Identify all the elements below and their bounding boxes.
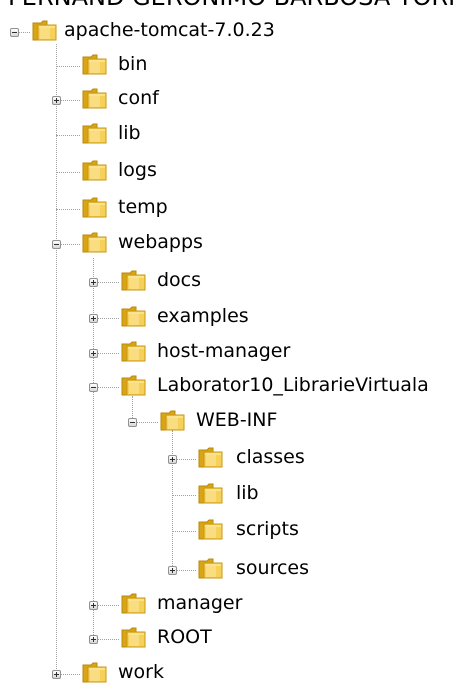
folder-icon xyxy=(121,627,146,648)
folder-tree: apache-tomcat-7.0.23 bin conf lib logs t… xyxy=(0,0,457,689)
tree-node-conf[interactable]: conf xyxy=(0,84,457,118)
tree-node-temp[interactable]: temp xyxy=(0,193,457,227)
tree-node-label[interactable]: ROOT xyxy=(157,626,212,648)
expand-toggle-icon[interactable] xyxy=(168,455,177,464)
folder-icon xyxy=(82,160,107,181)
tree-node-host-manager[interactable]: host-manager xyxy=(0,337,457,371)
tree-node-examples[interactable]: examples xyxy=(0,302,457,336)
tree-node-label[interactable]: lib xyxy=(236,482,259,504)
tree-node-label[interactable]: bin xyxy=(118,53,147,75)
expand-toggle-icon[interactable] xyxy=(89,278,98,287)
tree-node-work[interactable]: work xyxy=(0,658,457,692)
collapse-toggle-icon[interactable] xyxy=(89,383,98,392)
tree-node-label[interactable]: Laborator10_LibrarieVirtuala xyxy=(157,374,429,396)
folder-icon xyxy=(198,483,223,504)
tree-node-label[interactable]: scripts xyxy=(236,518,299,540)
folder-icon xyxy=(82,88,107,109)
expand-toggle-icon[interactable] xyxy=(89,601,98,610)
tree-node-apache-tomcat[interactable]: apache-tomcat-7.0.23 xyxy=(0,16,457,50)
folder-icon xyxy=(121,270,146,291)
tree-node-label[interactable]: temp xyxy=(118,196,168,218)
tree-node-label[interactable]: sources xyxy=(236,557,309,579)
folder-icon xyxy=(198,558,223,579)
tree-node-scripts[interactable]: scripts xyxy=(0,515,457,549)
tree-node-lib[interactable]: lib xyxy=(0,119,457,153)
expand-toggle-icon[interactable] xyxy=(89,314,98,323)
folder-icon xyxy=(121,375,146,396)
folder-icon xyxy=(82,662,107,683)
expand-toggle-icon[interactable] xyxy=(52,96,61,105)
collapse-toggle-icon[interactable] xyxy=(52,240,61,249)
tree-node-label[interactable]: apache-tomcat-7.0.23 xyxy=(64,19,275,41)
tree-node-lib-webinf[interactable]: lib xyxy=(0,479,457,513)
expand-toggle-icon[interactable] xyxy=(168,566,177,575)
tree-node-sources[interactable]: sources xyxy=(0,554,457,588)
expand-toggle-icon[interactable] xyxy=(52,670,61,679)
collapse-toggle-icon[interactable] xyxy=(128,418,137,427)
folder-icon xyxy=(82,197,107,218)
folder-icon xyxy=(121,341,146,362)
tree-node-label[interactable]: work xyxy=(118,661,164,683)
tree-node-label[interactable]: lib xyxy=(118,122,141,144)
tree-node-label[interactable]: webapps xyxy=(118,231,203,253)
tree-node-label[interactable]: logs xyxy=(118,159,157,181)
folder-icon xyxy=(160,410,185,431)
tree-node-label[interactable]: docs xyxy=(157,269,201,291)
folder-icon xyxy=(82,232,107,253)
tree-node-label[interactable]: conf xyxy=(118,87,159,109)
folder-icon xyxy=(198,519,223,540)
folder-icon xyxy=(82,123,107,144)
tree-node-label[interactable]: classes xyxy=(236,446,305,468)
folder-icon xyxy=(121,593,146,614)
tree-node-manager[interactable]: manager xyxy=(0,589,457,623)
tree-node-webapps[interactable]: webapps xyxy=(0,228,457,262)
tree-node-docs[interactable]: docs xyxy=(0,266,457,300)
tree-node-label[interactable]: manager xyxy=(157,592,242,614)
tree-node-web-inf[interactable]: WEB-INF xyxy=(0,406,457,440)
folder-icon xyxy=(82,54,107,75)
tree-node-bin[interactable]: bin xyxy=(0,50,457,84)
tree-node-logs[interactable]: logs xyxy=(0,156,457,190)
tree-node-label[interactable]: WEB-INF xyxy=(196,409,277,431)
expand-toggle-icon[interactable] xyxy=(89,349,98,358)
collapse-toggle-icon[interactable] xyxy=(10,28,19,37)
tree-node-label[interactable]: examples xyxy=(157,305,249,327)
folder-icon xyxy=(121,306,146,327)
tree-node-label[interactable]: host-manager xyxy=(157,340,290,362)
folder-icon xyxy=(198,447,223,468)
tree-node-root[interactable]: ROOT xyxy=(0,623,457,657)
expand-toggle-icon[interactable] xyxy=(89,635,98,644)
folder-icon xyxy=(32,20,57,41)
tree-node-classes[interactable]: classes xyxy=(0,443,457,477)
tree-node-laborator10[interactable]: Laborator10_LibrarieVirtuala xyxy=(0,371,457,405)
